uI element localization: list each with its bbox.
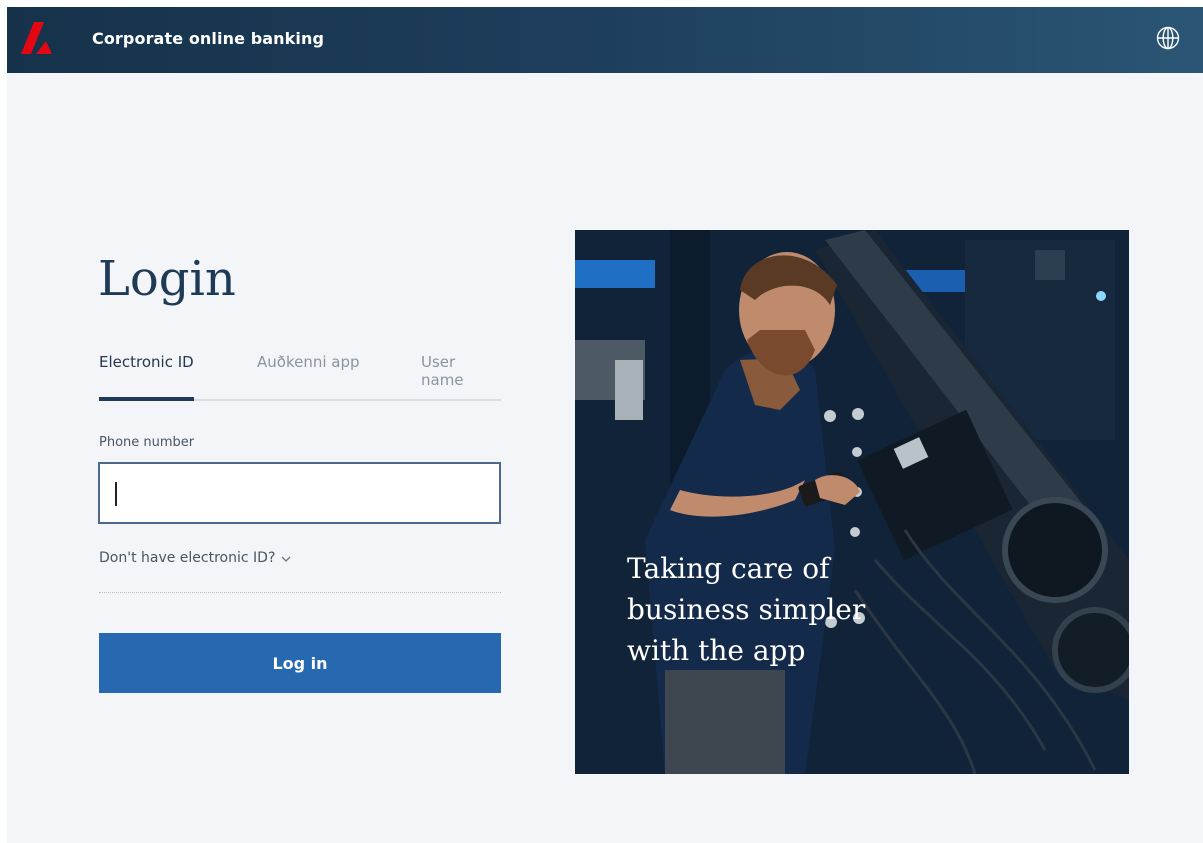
app-title: Corporate online banking	[92, 29, 325, 48]
bank-logo-icon[interactable]	[19, 21, 53, 55]
log-in-button[interactable]: Log in	[99, 633, 501, 693]
tab-electronic-id[interactable]: Electronic ID	[99, 353, 194, 371]
chevron-down-icon[interactable]	[280, 554, 292, 564]
active-tab-indicator	[99, 397, 194, 401]
promo-headline: Taking care of business simpler with the…	[627, 552, 866, 667]
tab-user-name[interactable]: User name	[421, 353, 501, 389]
promo-photo	[575, 230, 1129, 774]
dotted-divider	[99, 592, 501, 593]
top-bar: Corporate online banking	[7, 7, 1203, 73]
phone-number-input[interactable]	[98, 462, 501, 524]
login-method-tabs: Electronic ID Auðkenni app User name	[99, 347, 501, 401]
tab-audkenni-app[interactable]: Auðkenni app	[257, 353, 360, 371]
page: Corporate online banking Login Electroni…	[7, 7, 1203, 843]
promo-banner: Taking care of business simpler with the…	[575, 230, 1129, 774]
text-caret	[115, 482, 117, 506]
phone-number-label: Phone number	[99, 435, 195, 450]
login-title: Login	[98, 251, 236, 307]
no-electronic-id-toggle[interactable]: Don't have electronic ID?	[99, 550, 275, 566]
globe-icon[interactable]	[1156, 26, 1180, 50]
